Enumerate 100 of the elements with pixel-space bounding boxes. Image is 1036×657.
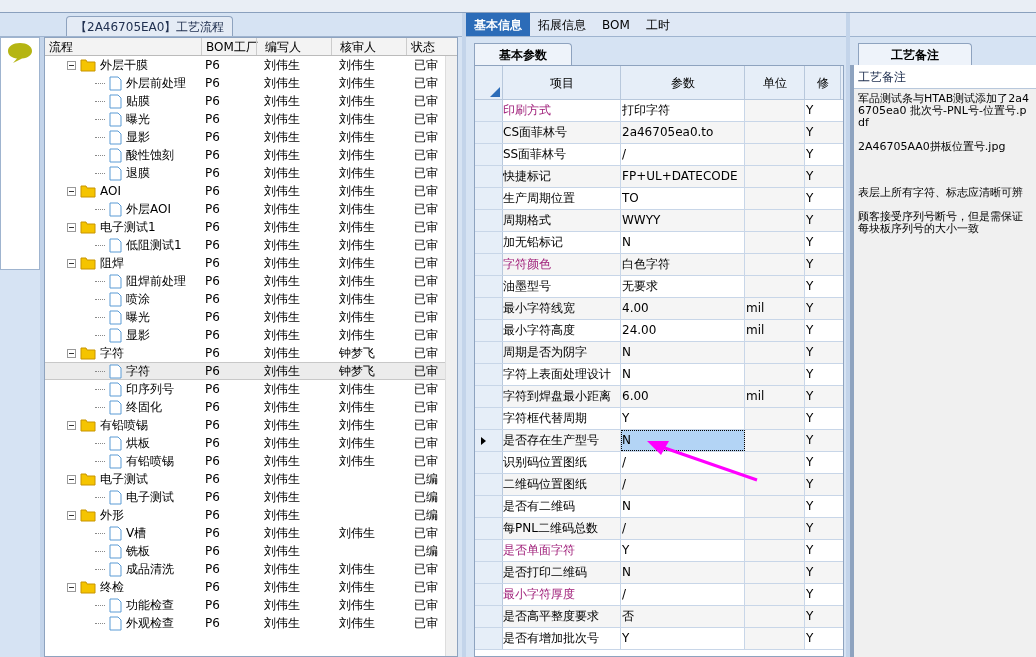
table-cell-text: 刘伟生 [338,147,376,164]
tree-row[interactable]: 阻焊前处理 P6 刘伟生 刘伟生 已审 [45,272,445,290]
collapse-icon[interactable] [67,582,76,592]
param-value[interactable]: N [621,430,745,451]
tree-row[interactable]: 曝光 P6 刘伟生 刘伟生 已审 [45,110,445,128]
table-cell-text: 刘伟生 [338,615,376,632]
table-cell-text: 刘伟生 [263,453,301,470]
scrollbar[interactable] [445,56,457,656]
notes-tab[interactable]: 工艺备注 [858,43,972,65]
table-cell-text: 已审 [413,453,436,470]
table-cell-text: 已审 [413,147,436,164]
tree-row[interactable]: 电子测试1 P6 刘伟生 刘伟生 已审 [45,218,445,236]
column-header[interactable]: 状态 [406,38,446,55]
tree-row[interactable]: 终检 P6 刘伟生 刘伟生 已审 [45,578,445,596]
table-cell-text: 刘伟生 [338,255,376,272]
modified-cell-text: Y [805,542,815,559]
tree-row[interactable]: 外层干膜 P6 刘伟生 刘伟生 已审 [45,56,445,74]
tree-row[interactable]: 外形 P6 刘伟生 已编 [45,506,445,524]
param-name: 印刷方式 [503,100,621,121]
column-header[interactable]: 单位 [745,66,805,99]
folder-icon [80,220,96,234]
table-cell-text: P6 [204,129,221,146]
corner-icon[interactable] [490,87,500,97]
table-cell-text: P6 [204,381,221,398]
file-icon [109,309,122,325]
tree-row[interactable]: 铣板 P6 刘伟生 已编 [45,542,445,560]
table-cell-text: 刘伟生 [338,201,376,218]
tree-row[interactable]: 外层前处理 P6 刘伟生 刘伟生 已审 [45,74,445,92]
tab[interactable]: 基本信息 [466,13,530,36]
step-name: 贴膜 [126,93,150,110]
table-cell-text: P6 [204,57,221,74]
tree-row[interactable]: 显影 P6 刘伟生 刘伟生 已审 [45,326,445,344]
column-header[interactable]: 流程 [45,38,201,55]
tree-row[interactable]: 贴膜 P6 刘伟生 刘伟生 已审 [45,92,445,110]
param-name: 油墨型号 [503,276,621,297]
file-icon [109,597,122,613]
tree-row[interactable]: 阻焊 P6 刘伟生 刘伟生 已审 [45,254,445,272]
column-header[interactable]: 项目 [503,66,621,99]
file-icon [109,147,122,163]
tab[interactable]: BOM [594,13,638,36]
collapse-icon[interactable] [67,420,76,430]
row-header[interactable] [475,430,503,451]
tree-row[interactable]: 外观检查 P6 刘伟生 刘伟生 已审 [45,614,445,632]
collapse-icon[interactable] [67,186,76,196]
table-cell-text: 刘伟生 [263,399,301,416]
tree-row[interactable]: 电子测试 P6 刘伟生 已编 [45,488,445,506]
param-name: 生产周期位置 [503,188,621,209]
table-cell-text: 已审 [413,129,436,146]
collapse-icon[interactable] [67,510,76,520]
tree-row[interactable]: 有铅喷锡 P6 刘伟生 刘伟生 已审 [45,416,445,434]
modified-cell-text: Y [805,366,815,383]
tree-row[interactable]: 外层AOI P6 刘伟生 刘伟生 已审 [45,200,445,218]
flow-tab[interactable]: 【2A46705EA0】工艺流程 [66,16,234,36]
collapse-icon[interactable] [67,60,76,70]
file-icon [109,93,122,109]
tree-row[interactable]: 退膜 P6 刘伟生 刘伟生 已审 [45,164,445,182]
tree-row[interactable]: V槽 P6 刘伟生 刘伟生 已审 [45,524,445,542]
table-cell-text: 已审 [413,111,436,128]
modified-cell-text: Y [805,630,815,647]
tree-row[interactable]: 电子测试 P6 刘伟生 已编 [45,470,445,488]
file-icon [109,489,122,505]
tree-row[interactable]: 低阻测试1 P6 刘伟生 刘伟生 已审 [45,236,445,254]
column-header[interactable]: 参数 [621,66,745,99]
tree-row[interactable]: 曝光 P6 刘伟生 刘伟生 已审 [45,308,445,326]
tree-row[interactable]: 喷涂 P6 刘伟生 刘伟生 已审 [45,290,445,308]
table-cell-text: 刘伟生 [338,75,376,92]
table-cell-text: 已审 [413,525,436,542]
note-text: 军品测试条与HTAB测试添加了2a46705ea0 批次号-PNL号-位置号.pdf [858,93,1030,129]
tree-row[interactable]: 字符 P6 刘伟生 钟梦飞 已审 [45,344,445,362]
tree-row[interactable]: 终固化 P6 刘伟生 刘伟生 已审 [45,398,445,416]
column-header[interactable]: 修 [805,66,841,99]
table-cell-text: 刘伟生 [263,345,301,362]
collapse-icon[interactable] [67,258,76,268]
table-cell-text: 刘伟生 [263,579,301,596]
tree-row[interactable]: 显影 P6 刘伟生 刘伟生 已审 [45,128,445,146]
sub-tab[interactable]: 基本参数 [474,43,572,65]
column-header[interactable]: 编写人 [256,38,331,55]
column-header[interactable]: 核审人 [331,38,406,55]
speech-bubble-icon[interactable] [7,42,33,64]
tree-row[interactable]: AOI P6 刘伟生 刘伟生 已审 [45,182,445,200]
table-cell-text: 已编 [413,507,436,524]
tree-row[interactable]: 成品清洗 P6 刘伟生 刘伟生 已审 [45,560,445,578]
tree-row[interactable]: 酸性蚀刻 P6 刘伟生 刘伟生 已审 [45,146,445,164]
tree-row[interactable]: 烘板 P6 刘伟生 刘伟生 已审 [45,434,445,452]
collapse-icon[interactable] [67,348,76,358]
step-name: 曝光 [126,111,150,128]
collapse-icon[interactable] [67,474,76,484]
tree-row[interactable]: 字符 P6 刘伟生 钟梦飞 已审 [45,362,445,380]
tab[interactable]: 工时 [637,13,678,36]
step-name: 成品清洗 [126,561,174,578]
tab[interactable]: 拓展信息 [530,13,594,36]
param-name: 是否有二维码 [503,496,621,517]
tree-row[interactable]: 印序列号 P6 刘伟生 刘伟生 已审 [45,380,445,398]
table-cell-text: 刘伟生 [263,237,301,254]
collapse-icon[interactable] [67,222,76,232]
table-cell-text: 钟梦飞 [338,363,376,380]
tree-row[interactable]: 功能检查 P6 刘伟生 刘伟生 已审 [45,596,445,614]
tree-row[interactable]: 有铅喷锡 P6 刘伟生 刘伟生 已审 [45,452,445,470]
table-cell-text: 已审 [413,363,436,380]
step-name: V槽 [126,525,147,542]
